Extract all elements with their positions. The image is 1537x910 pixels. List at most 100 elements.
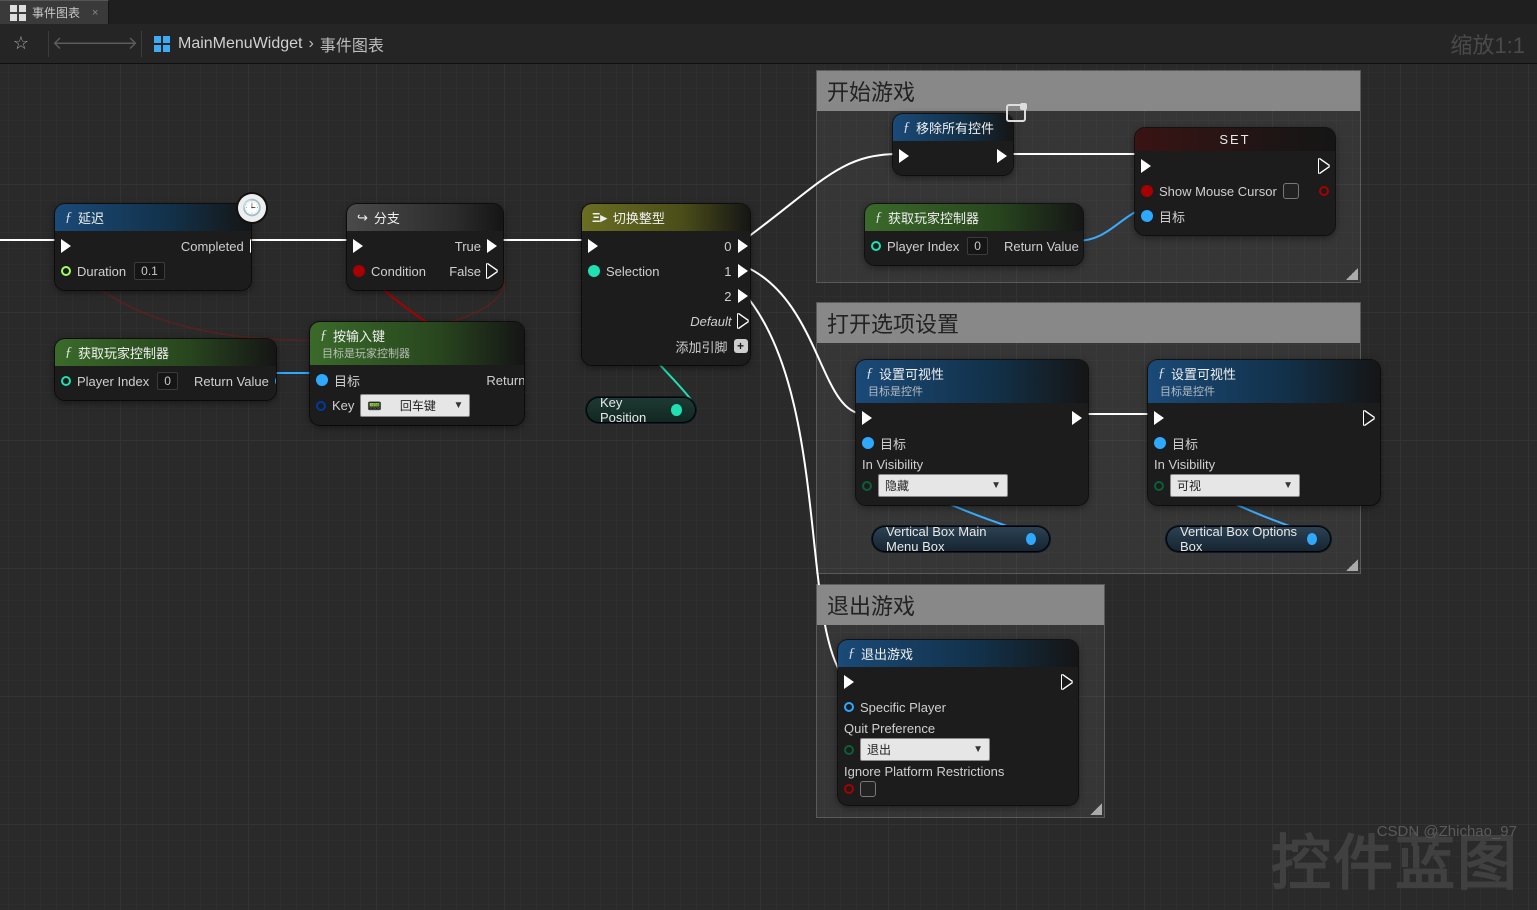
breadcrumb-widget[interactable]: MainMenuWidget [178, 35, 303, 53]
exec-in-pin[interactable] [588, 235, 659, 257]
node-header[interactable]: ↪ 分支 [347, 204, 503, 231]
node-header[interactable]: ƒ 退出游戏 [838, 640, 1078, 667]
exec-in-pin[interactable] [61, 235, 165, 257]
in-visibility-pin[interactable]: In Visibility 可视▼ [1154, 457, 1300, 497]
exec-out-pin[interactable] [1062, 671, 1072, 693]
exec-in-pin[interactable] [353, 235, 426, 257]
nav-forward-icon[interactable]: 🡒 [99, 29, 129, 59]
node-header[interactable]: ƒ设置可视性 目标是控件 [1148, 360, 1380, 403]
breadcrumb-graph[interactable]: 事件图表 [320, 32, 384, 56]
variable-key-position[interactable]: Key Position [586, 397, 696, 423]
player-index-input[interactable]: 0 [157, 372, 178, 390]
exec-in-pin[interactable] [1154, 407, 1300, 429]
node-header[interactable]: ƒ设置可视性 目标是控件 [856, 360, 1088, 403]
node-quit-game[interactable]: ƒ 退出游戏 Specific Player Quit Preference 退… [838, 640, 1078, 805]
key-pin[interactable]: Key 📟 回车键▼ [316, 394, 470, 417]
node-get-player-controller-1[interactable]: ƒ 获取玩家控制器 Player Index 0 Return Value [55, 339, 276, 400]
node-header[interactable]: SET [1135, 128, 1335, 151]
output-pin[interactable] [1307, 533, 1317, 545]
add-pin-button[interactable]: 添加引脚+ [675, 335, 747, 357]
condition-pin[interactable]: Condition [353, 260, 426, 282]
node-header[interactable]: ƒ 获取玩家控制器 [55, 339, 276, 366]
resize-handle-icon[interactable] [1344, 557, 1360, 573]
resize-handle-icon[interactable] [1344, 266, 1360, 282]
nav-back-icon[interactable]: 🡐 [61, 29, 91, 59]
player-index-pin[interactable]: Player Index 0 [61, 370, 178, 392]
exec-in-pin[interactable] [899, 145, 909, 167]
player-index-pin[interactable]: Player Index 0 [871, 235, 988, 257]
quit-preference-pin[interactable]: Quit Preference 退出▼ [844, 721, 1004, 761]
node-branch[interactable]: ↪ 分支 Condition True False [347, 204, 503, 290]
exec-in-pin[interactable] [862, 407, 1008, 429]
output-pin[interactable] [671, 404, 682, 416]
exec-in-pin[interactable] [1141, 155, 1299, 177]
node-delay[interactable]: ƒ 延迟 Duration 0.1 Completed [55, 204, 251, 290]
target-pin[interactable]: 目标 [1141, 205, 1299, 227]
quit-preference-dropdown[interactable]: 退出▼ [860, 738, 990, 761]
duration-input[interactable]: 0.1 [134, 262, 165, 280]
graph-canvas[interactable]: 开始游戏 打开选项设置 退出游戏 ƒ 延迟 Duration 0.1 [0, 64, 1537, 910]
comment-title[interactable]: 退出游戏 [817, 585, 1104, 625]
value-out-pin[interactable] [1319, 180, 1329, 202]
favorite-star-icon[interactable]: ☆ [6, 29, 36, 59]
true-pin[interactable]: True [449, 235, 497, 257]
exec-out-pin[interactable] [1364, 407, 1374, 429]
node-set-show-mouse-cursor[interactable]: SET Show Mouse Cursor 目标 [1135, 128, 1335, 235]
exec-out-pin[interactable] [1072, 407, 1082, 429]
exec-out-pin[interactable] [1319, 155, 1329, 177]
duration-pin[interactable]: Duration 0.1 [61, 260, 165, 282]
target-pin[interactable]: 目标 [1154, 432, 1300, 454]
show-cursor-checkbox[interactable] [1283, 183, 1299, 199]
ignore-restrictions-checkbox[interactable] [860, 781, 876, 797]
return-value-pin[interactable]: Return Value [194, 370, 276, 392]
exec-out-pin[interactable] [997, 145, 1007, 167]
key-dropdown[interactable]: 📟 回车键▼ [360, 394, 470, 417]
tab-event-graph[interactable]: 事件图表 × [0, 0, 109, 24]
return-value-pin[interactable]: Return Value [1004, 235, 1083, 257]
node-title: 设置可视性 [879, 364, 944, 383]
resize-handle-icon[interactable] [1088, 801, 1104, 817]
variable-vertical-box-options[interactable]: Vertical Box Options Box [1166, 526, 1331, 552]
specific-player-pin[interactable]: Specific Player [844, 696, 1004, 718]
return-value-pin[interactable]: Return Value [486, 369, 524, 391]
comment-title[interactable]: 开始游戏 [817, 71, 1360, 111]
in-visibility-pin[interactable]: In Visibility 隐藏▼ [862, 457, 1008, 497]
output-pin[interactable] [1026, 533, 1036, 545]
out-0-pin[interactable]: 0 [675, 235, 747, 257]
node-subtitle: 目标是玩家控制器 [322, 345, 410, 361]
selection-pin[interactable]: Selection [588, 260, 659, 282]
node-header[interactable]: ƒ 获取玩家控制器 [865, 204, 1083, 231]
node-header[interactable]: Ξ▸ 切换整型 [582, 204, 750, 231]
breadcrumb: MainMenuWidget › 事件图表 [178, 32, 384, 56]
node-header[interactable]: ƒ 移除所有控件 [893, 114, 1013, 141]
node-set-visibility-1[interactable]: ƒ设置可视性 目标是控件 目标 In Visibility 隐藏▼ [856, 360, 1088, 505]
target-pin[interactable]: 目标 [316, 369, 470, 391]
node-header[interactable]: ƒ 延迟 [55, 204, 251, 231]
node-set-visibility-2[interactable]: ƒ设置可视性 目标是控件 目标 In Visibility 可视▼ [1148, 360, 1380, 505]
node-switch-int[interactable]: Ξ▸ 切换整型 Selection 0 1 2 Default 添加引脚+ [582, 204, 750, 365]
node-get-player-controller-2[interactable]: ƒ 获取玩家控制器 Player Index 0 Return Value [865, 204, 1083, 265]
completed-pin[interactable]: Completed [181, 235, 251, 257]
node-subtitle: 目标是控件 [868, 383, 923, 399]
node-remove-all-widgets[interactable]: ƒ 移除所有控件 [893, 114, 1013, 175]
out-2-pin[interactable]: 2 [675, 285, 747, 307]
branch-icon: ↪ [357, 210, 368, 226]
false-pin[interactable]: False [449, 260, 497, 282]
node-subtitle: 目标是控件 [1160, 383, 1215, 399]
variable-vertical-box-main-menu[interactable]: Vertical Box Main Menu Box [872, 526, 1050, 552]
exec-in-pin[interactable] [844, 671, 1004, 693]
show-mouse-cursor-pin[interactable]: Show Mouse Cursor [1141, 180, 1299, 202]
node-key-input[interactable]: ƒ 按输入键 目标是玩家控制器 目标 Key 📟 回车键▼ Return Val… [310, 322, 524, 425]
node-title: 移除所有控件 [916, 118, 994, 137]
ignore-restrictions-pin[interactable]: Ignore Platform Restrictions [844, 764, 1004, 797]
node-header[interactable]: ƒ 按输入键 目标是玩家控制器 [310, 322, 524, 365]
visibility-dropdown[interactable]: 隐藏▼ [878, 474, 1008, 497]
comment-title[interactable]: 打开选项设置 [817, 303, 1360, 343]
visibility-dropdown[interactable]: 可视▼ [1170, 474, 1300, 497]
widget-badge-icon [1006, 104, 1026, 122]
out-1-pin[interactable]: 1 [675, 260, 747, 282]
close-icon[interactable]: × [86, 7, 98, 19]
player-index-input[interactable]: 0 [967, 237, 988, 255]
target-pin[interactable]: 目标 [862, 432, 1008, 454]
default-pin[interactable]: Default [675, 310, 747, 332]
